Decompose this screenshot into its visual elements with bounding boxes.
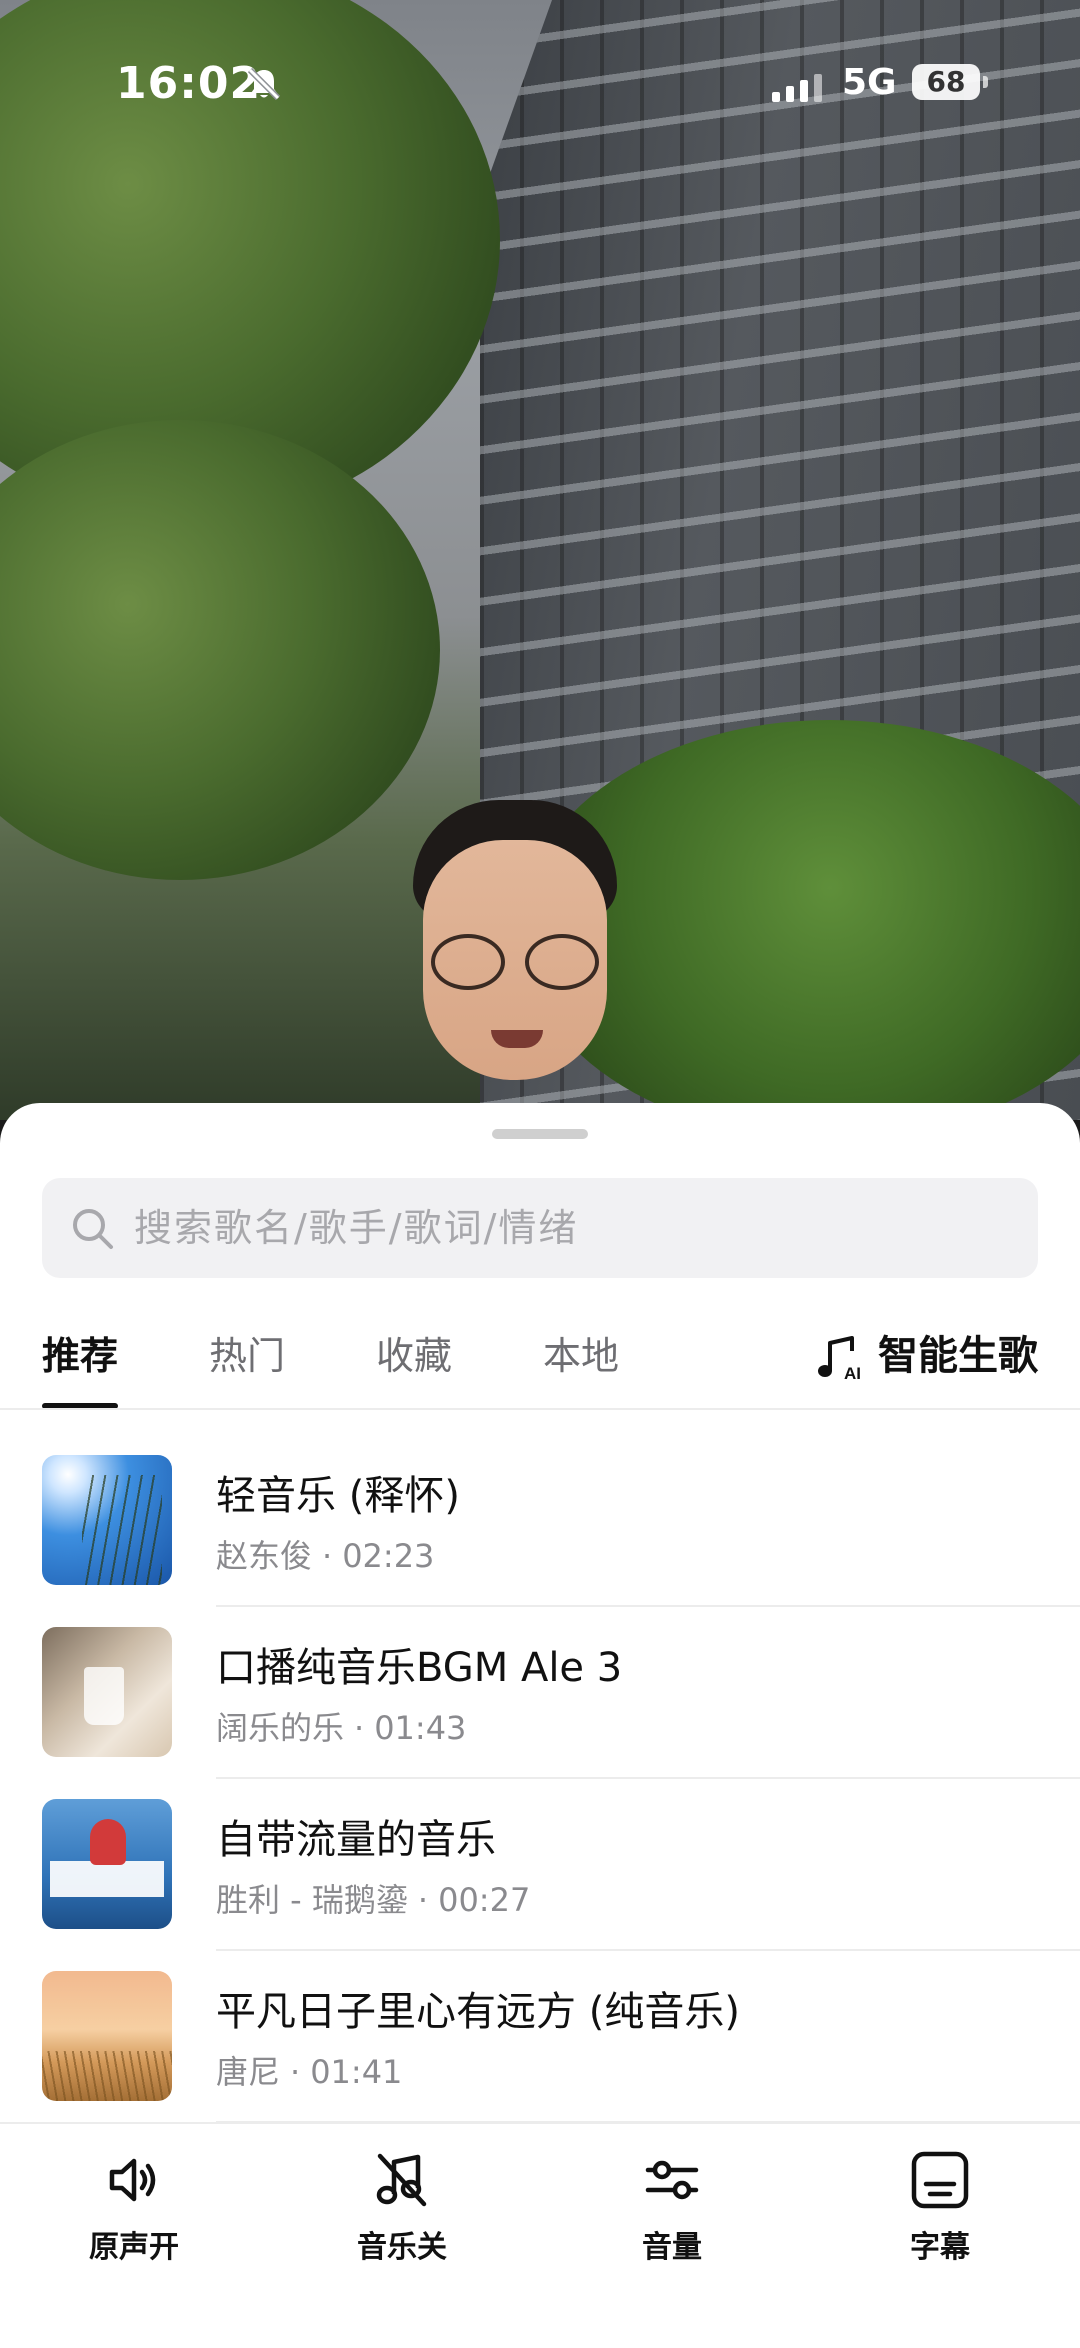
- song-duration: 02:23: [342, 1537, 435, 1575]
- drag-handle[interactable]: [492, 1129, 588, 1139]
- search-placeholder: 搜索歌名/歌手/歌词/情绪: [134, 1206, 579, 1250]
- subtitles-button[interactable]: 字幕: [860, 2148, 1020, 2266]
- original-sound-label: 原声开: [89, 2230, 179, 2265]
- tab-ai-label: 智能生歌: [878, 1333, 1038, 1379]
- bell-muted-icon: [247, 67, 281, 101]
- volume-label: 音量: [642, 2230, 702, 2265]
- song-cover: [42, 1627, 172, 1757]
- song-cover: [42, 1799, 172, 1929]
- music-toggle-button[interactable]: 音乐关: [322, 2148, 482, 2266]
- meta-dot: ·: [322, 1537, 333, 1575]
- song-item[interactable]: 口播纯音乐BGM Ale 3 阔乐的乐 · 01:43: [0, 1607, 1080, 1779]
- search-input[interactable]: 搜索歌名/歌手/歌词/情绪: [42, 1178, 1038, 1278]
- video-background: [0, 0, 1080, 1120]
- speaker-icon: [109, 2158, 156, 2202]
- signal-icon: [772, 74, 822, 102]
- meta-dot: ·: [290, 2053, 301, 2091]
- song-title: 平凡日子里心有远方 (纯音乐): [216, 1989, 740, 2035]
- divider: [0, 1408, 1080, 1410]
- song-title: 口播纯音乐BGM Ale 3: [216, 1645, 623, 1691]
- original-sound-button[interactable]: 原声开: [54, 2148, 214, 2266]
- song-item[interactable]: 平凡日子里心有远方 (纯音乐) 唐尼 · 01:41: [0, 1951, 1080, 2123]
- song-meta: 赵东俊 · 02:23: [216, 1531, 434, 1577]
- song-item[interactable]: 轻音乐 (释怀) 赵东俊 · 02:23: [0, 1435, 1080, 1607]
- meta-dot: ·: [417, 1881, 429, 1919]
- sliders-icon: [645, 2160, 699, 2200]
- meta-dot: ·: [354, 1709, 365, 1747]
- svg-text:AI: AI: [844, 1364, 861, 1383]
- music-off-icon: [376, 2153, 427, 2207]
- tab-recommended[interactable]: 推荐: [42, 1313, 119, 1409]
- status-bar: 16:02 5G 68: [0, 58, 1080, 118]
- network-type: 5G: [842, 62, 897, 103]
- song-cover: [42, 1455, 172, 1585]
- song-meta: 阔乐的乐 · 01:43: [216, 1703, 466, 1749]
- tab-favorites[interactable]: 收藏: [376, 1313, 452, 1409]
- song-title: 自带流量的音乐: [216, 1817, 496, 1863]
- song-list: 轻音乐 (释怀) 赵东俊 · 02:23 口播纯音乐BGM Ale 3 阔乐的乐 · 0…: [0, 1435, 1080, 2123]
- status-time: 16:02: [116, 58, 262, 109]
- song-title: 轻音乐 (释怀): [216, 1473, 460, 1519]
- tab-local[interactable]: 本地: [543, 1313, 619, 1409]
- song-artist: 胜利 - 瑞鹅鎏: [216, 1881, 408, 1919]
- subtitles-icon: [911, 2151, 969, 2209]
- tab-hot[interactable]: 热门: [209, 1313, 285, 1409]
- music-toggle-label: 音乐关: [357, 2230, 447, 2265]
- song-item[interactable]: 自带流量的音乐 胜利 - 瑞鹅鎏 · 00:27: [0, 1779, 1080, 1951]
- bottom-toolbar: 原声开 音乐关 音量 字幕: [0, 2122, 1080, 2348]
- song-artist: 唐尼: [216, 2053, 281, 2091]
- category-tabs: 推荐 热门 收藏 本地 AI 智能生歌: [0, 1313, 1080, 1409]
- music-ai-icon: AI: [818, 1336, 861, 1383]
- tree-image: [0, 420, 440, 880]
- song-artist: 赵东俊: [216, 1537, 313, 1575]
- song-duration: 00:27: [438, 1881, 531, 1919]
- tab-ai-song[interactable]: AI 智能生歌: [818, 1313, 1038, 1409]
- song-duration: 01:41: [310, 2053, 403, 2091]
- song-artist: 阔乐的乐: [216, 1709, 345, 1747]
- song-duration: 01:43: [374, 1709, 467, 1747]
- presenter-image: [395, 800, 635, 1120]
- search-icon: [73, 1209, 113, 1249]
- battery-indicator: 68: [912, 64, 988, 100]
- song-meta: 唐尼 · 01:41: [216, 2047, 402, 2093]
- subtitles-label: 字幕: [910, 2230, 970, 2265]
- song-meta: 胜利 - 瑞鹅鎏 · 00:27: [216, 1875, 530, 1921]
- volume-button[interactable]: 音量: [592, 2148, 752, 2266]
- song-cover: [42, 1971, 172, 2101]
